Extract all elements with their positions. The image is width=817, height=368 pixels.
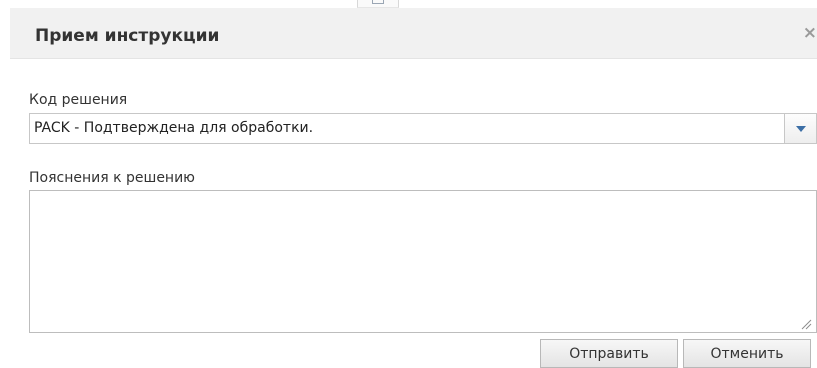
decision-code-label: Код решения	[29, 92, 128, 108]
decision-code-select[interactable]: PACK - Подтверждена для обработки.	[29, 113, 817, 144]
background-window-fragment	[357, 0, 399, 8]
chevron-down-icon	[796, 126, 806, 132]
send-button[interactable]: Отправить	[540, 339, 678, 368]
resize-grip-icon[interactable]	[800, 318, 812, 330]
close-icon[interactable]: ×	[803, 25, 817, 42]
background-fragment-handle	[372, 0, 384, 4]
dialog-page: Прием инструкции × Код решения PACK - По…	[0, 0, 817, 368]
decision-code-dropdown-button[interactable]	[784, 113, 817, 144]
dialog-header: Прием инструкции ×	[10, 8, 817, 59]
decision-notes-textarea[interactable]	[29, 190, 817, 333]
cancel-button[interactable]: Отменить	[683, 339, 811, 368]
dialog-title: Прием инструкции	[35, 26, 220, 46]
decision-notes-label: Пояснения к решению	[29, 170, 195, 186]
decision-code-value: PACK - Подтверждена для обработки.	[34, 120, 314, 136]
